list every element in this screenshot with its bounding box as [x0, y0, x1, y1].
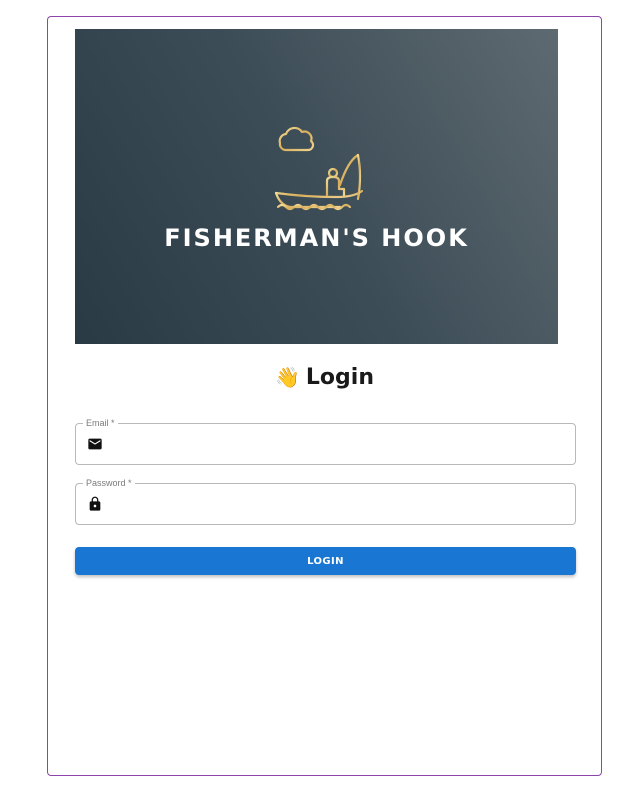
login-title: Login — [305, 365, 374, 390]
lock-icon — [89, 496, 101, 511]
brand-banner: FISHERMAN'S HOOK — [75, 29, 558, 344]
waving-hand-icon: 👋 — [275, 365, 300, 389]
password-input[interactable] — [114, 490, 568, 520]
fisherman-boat-icon — [274, 126, 364, 211]
login-button[interactable]: LOGIN — [75, 547, 576, 575]
password-field[interactable]: Password * — [75, 477, 576, 525]
page-title: 👋 Login — [48, 365, 601, 390]
password-label: Password * — [83, 477, 135, 489]
mail-icon — [88, 438, 102, 450]
email-field[interactable]: Email * — [75, 417, 576, 465]
brand-name: FISHERMAN'S HOOK — [164, 224, 469, 252]
email-label: Email * — [83, 417, 118, 429]
email-input[interactable] — [114, 430, 568, 460]
login-card: FISHERMAN'S HOOK 👋 Login Email * Password… — [47, 16, 602, 776]
